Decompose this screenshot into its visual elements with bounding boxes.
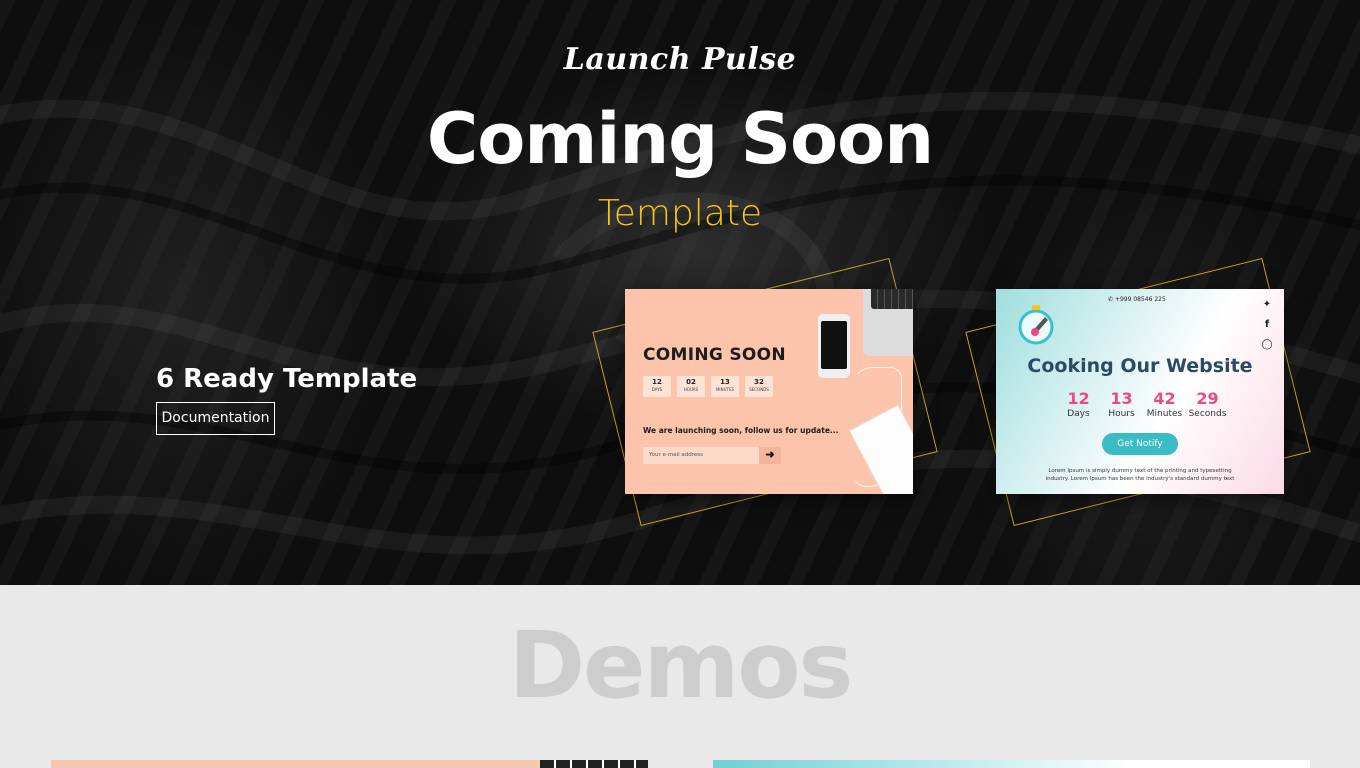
countdown-seconds: 29 Seconds: [1186, 389, 1229, 419]
laptop-image: [863, 289, 913, 356]
countdown-label: Seconds: [1188, 409, 1227, 419]
twitter-icon[interactable]: ✦: [1261, 299, 1273, 311]
template-preview-peach[interactable]: COMING SOON 12 DAYS 02 HOURS 13 MINUTES …: [625, 289, 913, 494]
email-field[interactable]: Your e-mail address: [643, 447, 759, 464]
countdown-value: 12: [652, 378, 662, 386]
countdown-label: HOURS: [683, 387, 699, 392]
countdown-value: 29: [1196, 389, 1219, 408]
countdown-value: 13: [720, 378, 730, 386]
documentation-button[interactable]: Documentation: [156, 402, 275, 435]
countdown-label: Days: [1067, 409, 1090, 419]
demo-thumbnail-gradient[interactable]: [713, 760, 1310, 768]
social-links: ✦ f ◯: [1261, 299, 1273, 351]
countdown-seconds: 32 SECONDS: [745, 376, 773, 397]
demos-heading: Demos: [508, 612, 854, 719]
countdown-label: Hours: [1108, 409, 1135, 419]
launch-message: We are launching soon, follow us for upd…: [643, 426, 839, 435]
template-preview-gradient[interactable]: ✆ +999 08546 225 ✦ f ◯ Cooking Our Websi…: [996, 289, 1284, 494]
get-notify-button[interactable]: Get Notify: [1102, 433, 1178, 455]
countdown: 12 Days 13 Hours 42 Minutes 29 Seconds: [1057, 389, 1229, 419]
facebook-icon[interactable]: f: [1261, 319, 1273, 331]
demo-thumbnail-peach[interactable]: [51, 760, 648, 768]
description-text: Lorem Ipsum is simply dummy text of the …: [1045, 468, 1235, 482]
phone-image: [818, 314, 850, 378]
countdown: 12 DAYS 02 HOURS 13 MINUTES 32 SECONDS: [643, 376, 773, 397]
countdown-label: MINUTES: [715, 387, 735, 392]
phone-number: +999 08546 225: [1114, 296, 1166, 303]
countdown-minutes: 13 MINUTES: [711, 376, 739, 397]
countdown-value: 13: [1110, 389, 1133, 408]
preview-title: Cooking Our Website: [1027, 355, 1253, 377]
keyboard-image: [871, 289, 913, 309]
countdown-label: Minutes: [1146, 409, 1183, 419]
preview-title: COMING SOON: [643, 345, 786, 365]
stopwatch-rocket-icon: [1018, 305, 1054, 345]
countdown-value: 12: [1067, 389, 1090, 408]
ready-templates-heading: 6 Ready Template: [156, 364, 418, 394]
contact-phone: ✆ +999 08546 225: [1108, 296, 1166, 303]
countdown-label: DAYS: [651, 387, 663, 392]
keyboard-image: [540, 760, 648, 768]
page-subtitle: Template: [597, 193, 763, 234]
page-title: Coming Soon: [426, 98, 934, 180]
phone-screen: [821, 321, 847, 369]
arrow-right-icon[interactable]: ➜: [759, 447, 781, 464]
countdown-hours: 13 Hours: [1100, 389, 1143, 419]
dribbble-icon[interactable]: ◯: [1261, 339, 1273, 351]
countdown-value: 02: [686, 378, 696, 386]
brand-logo: Launch Pulse: [563, 42, 797, 77]
countdown-minutes: 42 Minutes: [1143, 389, 1186, 419]
hero-section: Launch Pulse Coming Soon Template 6 Read…: [0, 0, 1360, 585]
countdown-hours: 02 HOURS: [677, 376, 705, 397]
countdown-value: 42: [1153, 389, 1176, 408]
countdown-days: 12 DAYS: [643, 376, 671, 397]
countdown-value: 32: [754, 378, 764, 386]
countdown-days: 12 Days: [1057, 389, 1100, 419]
countdown-label: SECONDS: [749, 387, 769, 392]
